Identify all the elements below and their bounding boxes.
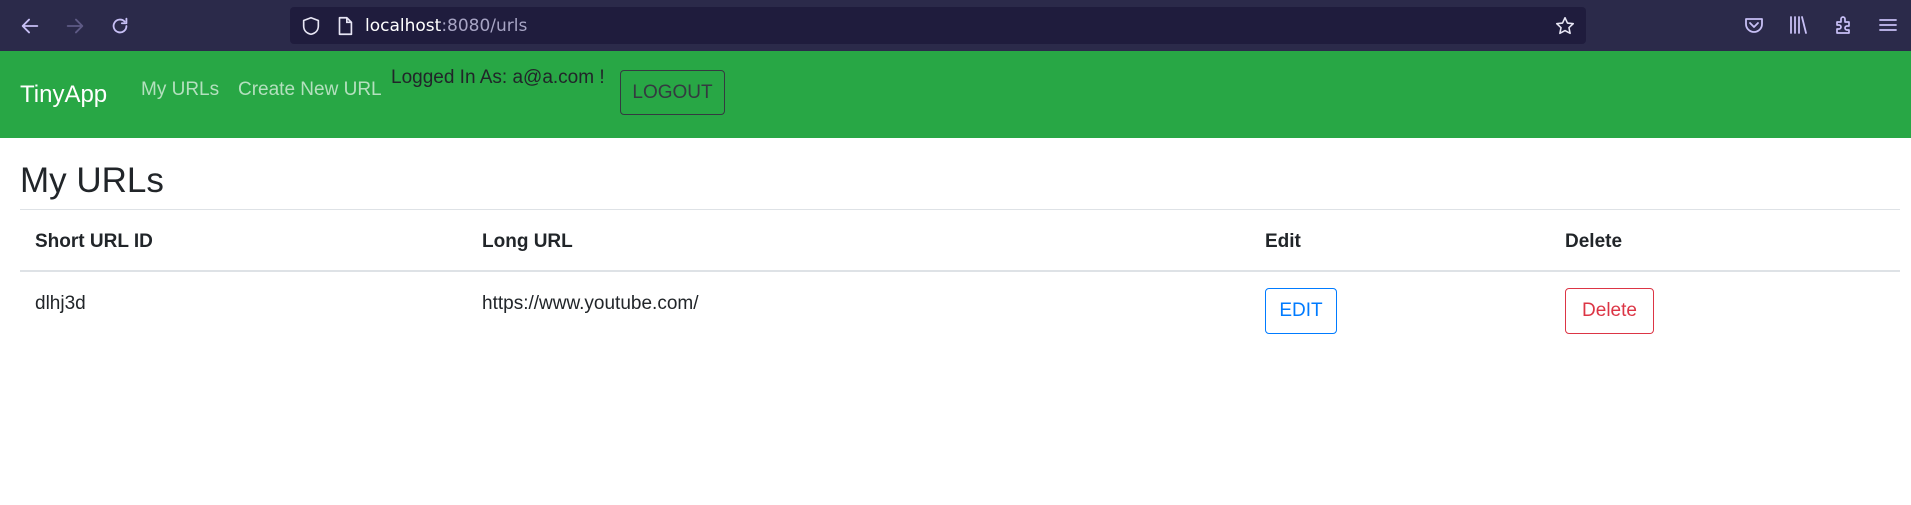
table-header-long-url: Long URL (482, 231, 573, 252)
short-url-id-cell: dlhj3d (35, 293, 86, 314)
forward-arrow-icon[interactable] (62, 13, 88, 39)
address-bar[interactable]: localhost:8080/urls (290, 7, 1586, 44)
reload-icon[interactable] (107, 13, 133, 39)
library-icon[interactable] (1786, 13, 1812, 39)
logout-button[interactable]: LOGOUT (620, 70, 725, 115)
star-icon[interactable] (1554, 15, 1576, 37)
app-navbar: TinyApp My URLs Create New URL Logged In… (0, 51, 1911, 138)
browser-toolbar: localhost:8080/urls (0, 0, 1911, 51)
shield-icon[interactable] (300, 15, 322, 37)
page-icon[interactable] (334, 15, 356, 37)
table-header-short-url-id: Short URL ID (35, 231, 153, 252)
nav-link-my-urls[interactable]: My URLs (141, 79, 219, 101)
page-title: My URLs (20, 161, 164, 200)
menu-icon[interactable] (1876, 13, 1902, 39)
title-divider (20, 209, 1900, 210)
table-header-divider (20, 270, 1900, 272)
back-arrow-icon[interactable] (17, 13, 43, 39)
table-header-delete: Delete (1565, 231, 1623, 252)
delete-button[interactable]: Delete (1565, 288, 1654, 334)
extensions-icon[interactable] (1832, 13, 1858, 39)
edit-button[interactable]: EDIT (1265, 288, 1337, 334)
long-url-cell: https://www.youtube.com/ (482, 293, 699, 314)
brand-logo[interactable]: TinyApp (20, 81, 107, 109)
url-text: localhost:8080/urls (365, 16, 528, 36)
pocket-icon[interactable] (1742, 13, 1768, 39)
logged-in-status: Logged In As: a@a.com ! (391, 67, 605, 88)
nav-link-create-new-url[interactable]: Create New URL (238, 79, 382, 101)
table-header-edit: Edit (1265, 231, 1301, 252)
